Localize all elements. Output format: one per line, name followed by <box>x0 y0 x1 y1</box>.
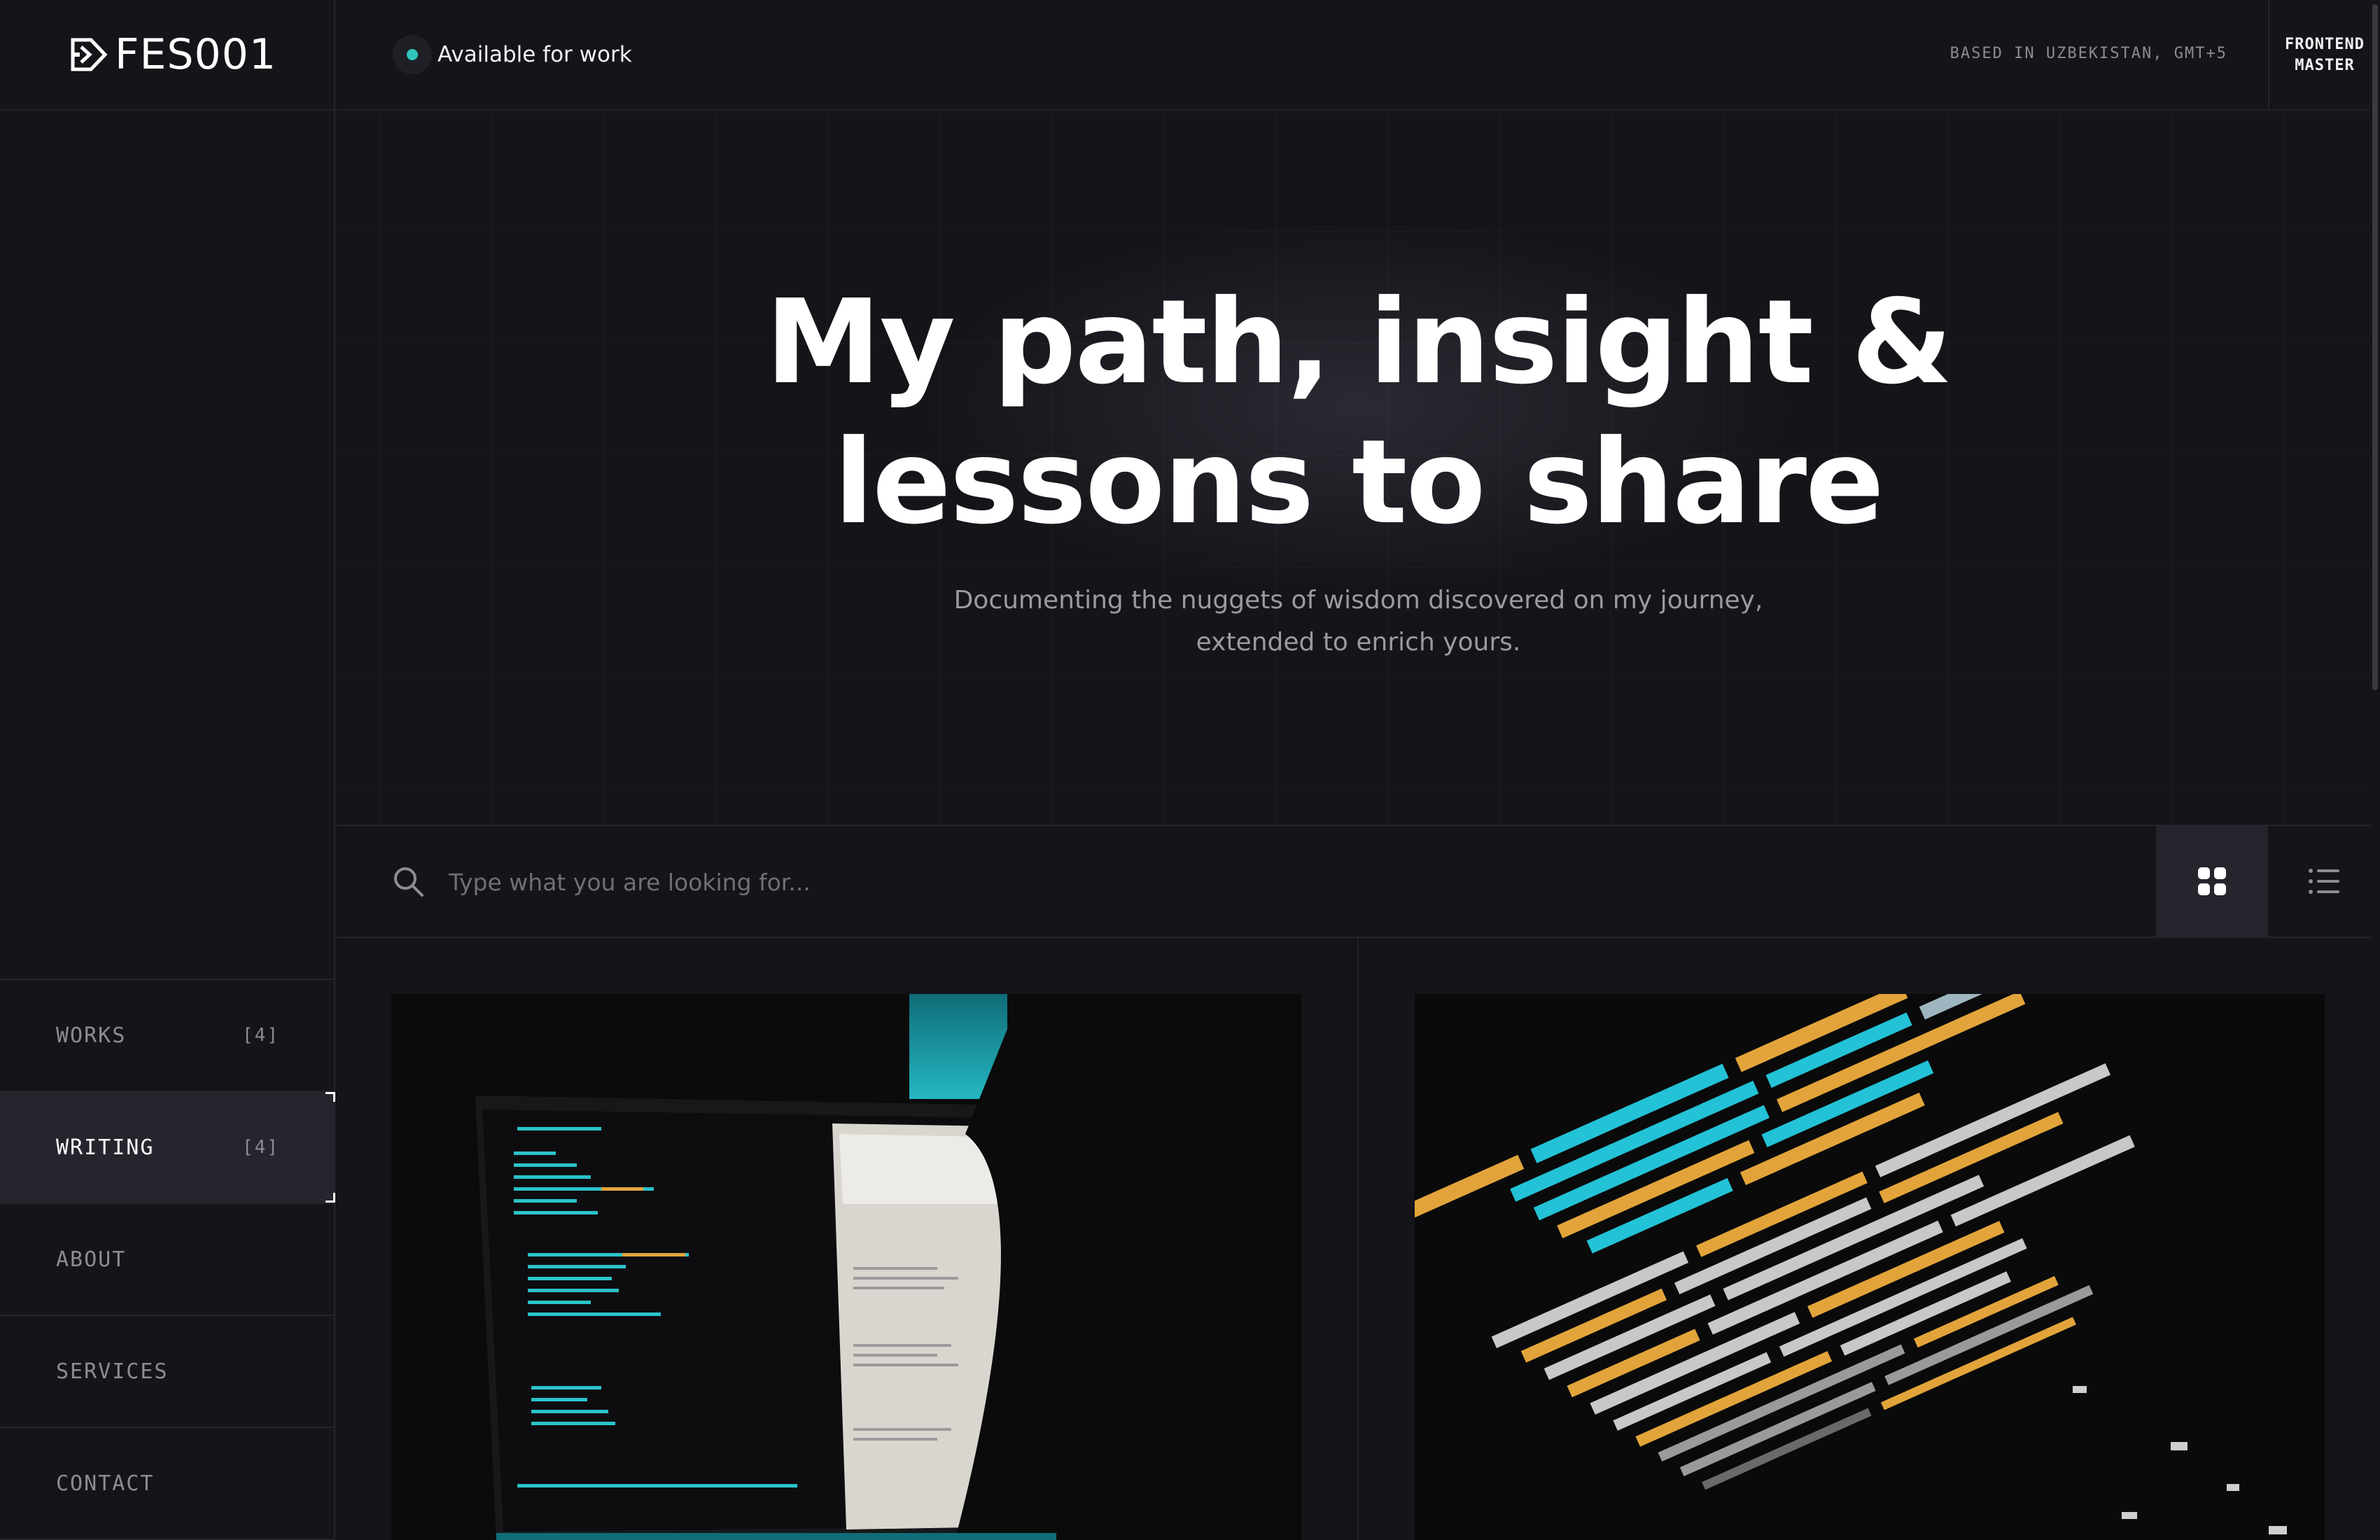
app-root: FES001 WORKS [4] WRITING [4] ABOUT SERVI… <box>0 0 2380 1540</box>
badge-line1: FRONTEND <box>2285 36 2365 53</box>
nav-item-about[interactable]: ABOUT <box>0 1204 335 1316</box>
nav-item-label: SERVICES <box>56 1359 169 1384</box>
logo[interactable]: FES001 <box>0 0 335 111</box>
subtitle-line2: extended to enrich yours. <box>1196 628 1521 657</box>
nav-item-writing[interactable]: WRITING [4] <box>0 1092 335 1204</box>
sidebar: FES001 WORKS [4] WRITING [4] ABOUT SERVI… <box>0 0 335 1540</box>
logo-text: FES001 <box>115 30 277 79</box>
scrollbar-thumb[interactable] <box>2372 4 2378 690</box>
articles-grid <box>337 938 2380 1540</box>
search-icon <box>394 867 424 897</box>
grid-view-button[interactable] <box>2156 826 2268 937</box>
article-card-image[interactable] <box>391 994 1301 1540</box>
hero-section: My path, insight & lessons to share Docu… <box>337 112 2380 825</box>
badge-line2: MASTER <box>2295 57 2355 74</box>
nav-item-contact[interactable]: CONTACT <box>0 1428 335 1540</box>
nav-item-label: ABOUT <box>56 1247 127 1272</box>
title-line1: My path, insight & <box>765 275 1952 410</box>
laptop-code-image <box>391 994 1301 1540</box>
search-bar <box>337 825 2380 938</box>
list-view-icon <box>2309 869 2339 894</box>
location-text: BASED IN UZBEKISTAN, GMT+5 <box>1949 45 2227 62</box>
page-title: My path, insight & lessons to share <box>337 273 2380 553</box>
nav-item-count: [4] <box>242 1025 279 1046</box>
page-subtitle: Documenting the nuggets of wisdom discov… <box>337 580 2380 664</box>
article-card-image[interactable] <box>1415 994 2325 1540</box>
active-corner-bottom <box>326 1193 335 1203</box>
page-scrollbar[interactable] <box>2370 0 2380 1540</box>
availability-text: Available for work <box>438 42 632 67</box>
top-header: Available for work BASED IN UZBEKISTAN, … <box>337 0 2380 111</box>
active-corner-top <box>326 1092 335 1102</box>
main-nav: WORKS [4] WRITING [4] ABOUT SERVICES CON… <box>0 979 335 1540</box>
nav-item-count: [4] <box>242 1137 279 1158</box>
status-dot-icon <box>407 49 418 60</box>
list-view-button[interactable] <box>2268 826 2380 937</box>
grid-view-icon <box>2198 867 2226 895</box>
nav-item-works[interactable]: WORKS [4] <box>0 980 335 1092</box>
nav-item-label: WRITING <box>56 1135 155 1160</box>
nav-item-services[interactable]: SERVICES <box>0 1316 335 1428</box>
status-indicator <box>393 35 432 74</box>
code-closeup-image <box>1415 994 2325 1540</box>
logo-mark-icon <box>71 38 108 71</box>
availability-status: Available for work <box>393 35 632 74</box>
frontend-master-badge: FRONTEND MASTER <box>2268 0 2380 111</box>
subtitle-line1: Documenting the nuggets of wisdom discov… <box>953 586 1763 615</box>
nav-item-label: CONTACT <box>56 1471 155 1496</box>
nav-item-label: WORKS <box>56 1023 127 1048</box>
card-divider <box>1357 938 1359 1540</box>
title-line2: lessons to share <box>834 415 1884 550</box>
search-input[interactable] <box>449 854 2059 910</box>
